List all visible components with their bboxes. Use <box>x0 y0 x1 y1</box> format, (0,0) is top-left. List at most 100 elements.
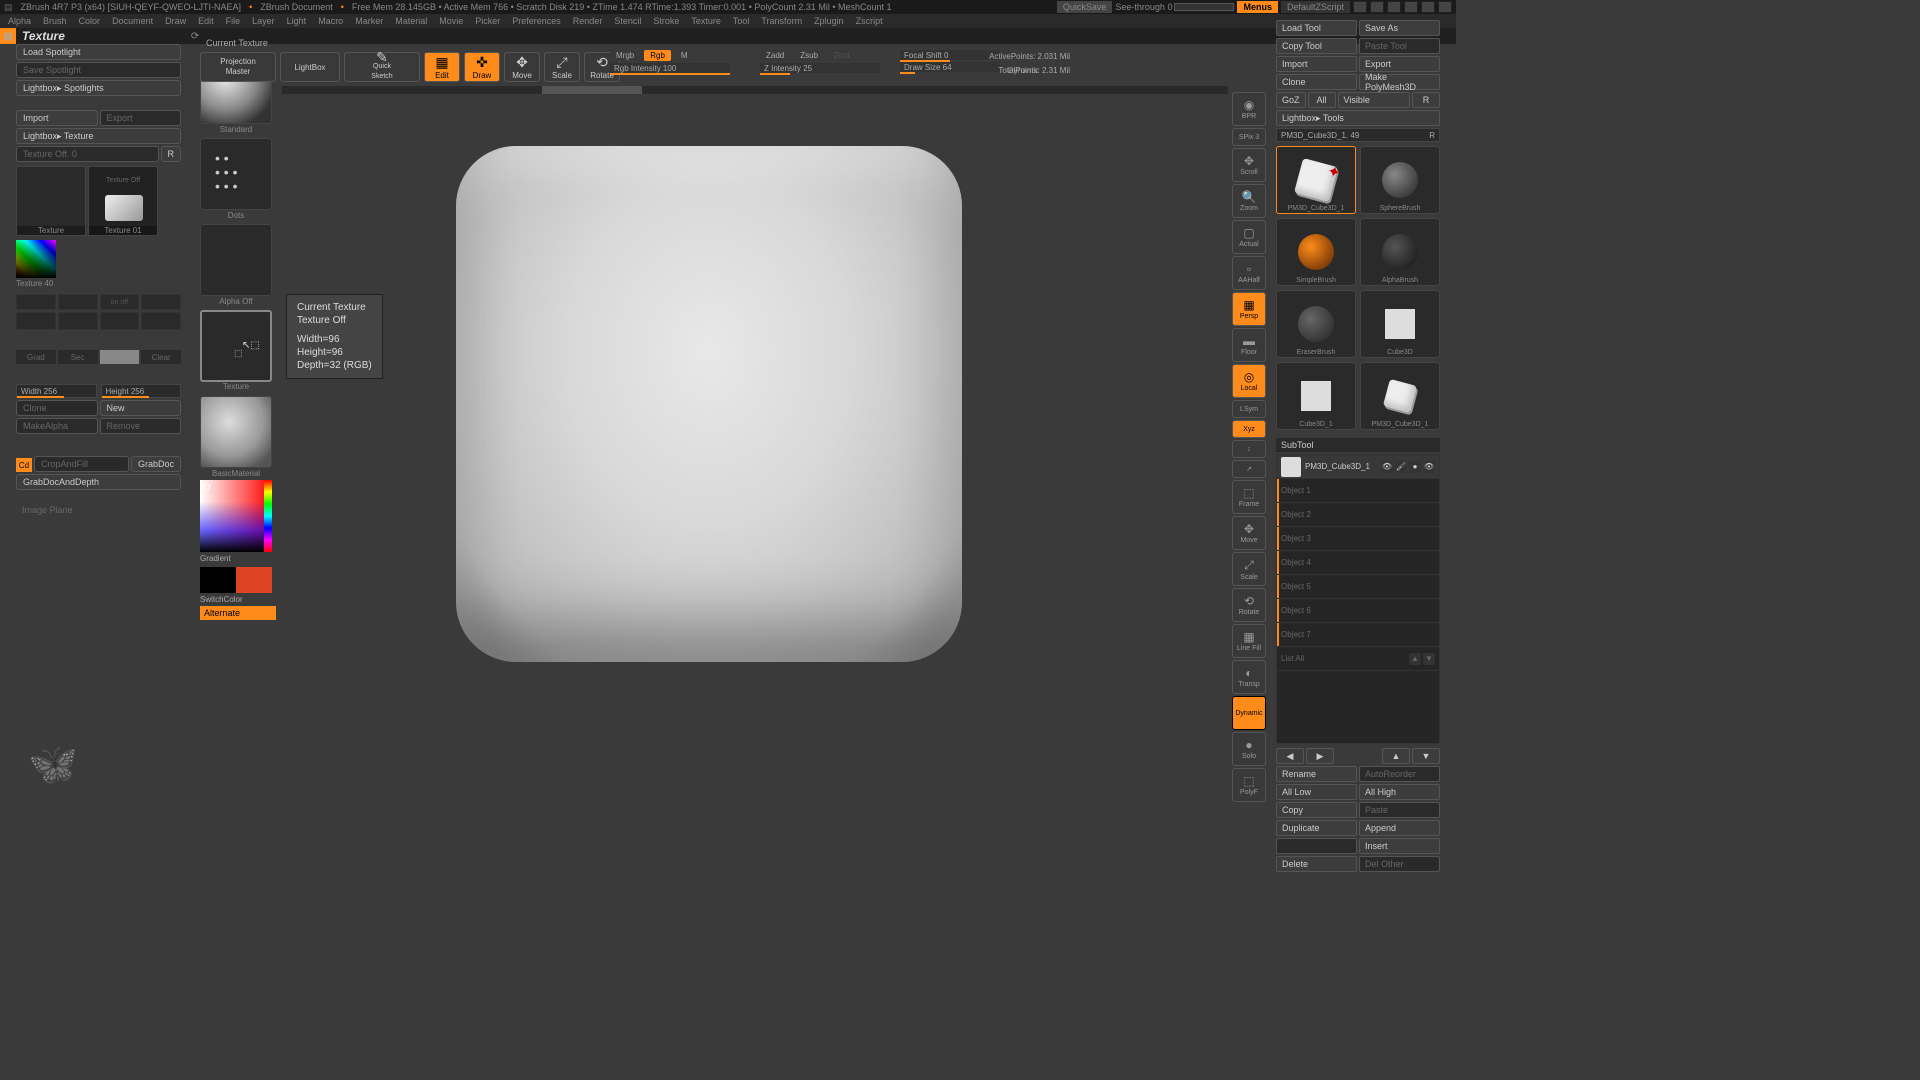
bpr-button[interactable]: ◉BPR <box>1232 92 1266 126</box>
rgb-intensity-slider[interactable]: Rgb Intensity 100 <box>610 63 730 73</box>
tool-thumb[interactable]: Cube3D <box>1360 290 1440 358</box>
solo-button[interactable]: ●Solo <box>1232 732 1266 766</box>
subtool-item[interactable]: Object 7 <box>1277 623 1439 647</box>
width-slider[interactable]: Width 256 <box>16 384 97 398</box>
tool-thumb[interactable]: SimpleBrush <box>1276 218 1356 286</box>
menu-transform[interactable]: Transform <box>761 16 802 26</box>
quicksave-button[interactable]: QuickSave <box>1057 1 1113 13</box>
make-polymesh-button[interactable]: Make PolyMesh3D <box>1359 74 1440 90</box>
y-button[interactable]: ↕ <box>1232 440 1266 458</box>
polyf-button[interactable]: ⬚PolyF <box>1232 768 1266 802</box>
window-button[interactable] <box>1353 1 1367 13</box>
load-spotlight-button[interactable]: Load Spotlight <box>16 44 181 60</box>
texture-01-thumbnail[interactable]: Texture Off Texture 01 <box>88 166 158 236</box>
tool-thumb[interactable]: EraserBrush <box>1276 290 1356 358</box>
arrow-button[interactable]: ▶ <box>1306 748 1334 764</box>
grad-button[interactable]: Grad <box>16 350 56 364</box>
list-all-row[interactable]: List All▲▼ <box>1277 647 1439 671</box>
transp-button[interactable]: ◐Transp <box>1232 660 1266 694</box>
edit-button[interactable]: ▦Edit <box>424 52 460 82</box>
append-button[interactable]: Append <box>1359 820 1440 836</box>
menu-preferences[interactable]: Preferences <box>512 16 561 26</box>
tool-thumb[interactable]: AlphaBrush <box>1360 218 1440 286</box>
menu-color[interactable]: Color <box>79 16 101 26</box>
tex-op-button[interactable] <box>141 312 181 330</box>
goz-all-button[interactable]: All <box>1308 92 1336 108</box>
model-cube[interactable] <box>456 146 962 662</box>
down-icon[interactable]: ▼ <box>1423 653 1435 665</box>
tex-op-button[interactable] <box>16 312 56 330</box>
mrgb-button[interactable]: Mrgb <box>610 50 640 61</box>
rename-button[interactable]: Rename <box>1276 766 1357 782</box>
floor-button[interactable]: ▬Floor <box>1232 328 1266 362</box>
lsym-button[interactable]: LSym <box>1232 400 1266 418</box>
refresh-icon[interactable]: ⟳ <box>191 31 199 42</box>
projection-master-button[interactable]: Projection Master <box>200 52 276 82</box>
import-button[interactable]: Import <box>16 110 98 126</box>
window-button[interactable] <box>1370 1 1384 13</box>
menu-alpha[interactable]: Alpha <box>8 16 31 26</box>
load-tool-button[interactable]: Load Tool <box>1276 20 1357 36</box>
duplicate-button[interactable]: Duplicate <box>1276 820 1357 836</box>
primary-color-swatch[interactable] <box>236 567 272 593</box>
alternate-button[interactable]: Alternate <box>200 606 276 620</box>
menu-layer[interactable]: Layer <box>252 16 275 26</box>
subtool-header[interactable]: SubTool <box>1276 438 1440 452</box>
tool-thumb[interactable]: PM3D_Cube3D_1 <box>1360 362 1440 430</box>
minimize-button[interactable] <box>1404 1 1418 13</box>
frame-button[interactable]: ⬚Frame <box>1232 480 1266 514</box>
menu-draw[interactable]: Draw <box>165 16 186 26</box>
menu-edit[interactable]: Edit <box>198 16 214 26</box>
lightbox-spotlights-button[interactable]: Lightbox▸ Spotlights <box>16 80 181 96</box>
lightbox-button[interactable]: LightBox <box>280 52 340 82</box>
tex-op-button[interactable] <box>58 312 98 330</box>
all-low-button[interactable]: All Low <box>1276 784 1357 800</box>
subtool-item-active[interactable]: PM3D_Cube3D_1 👁🖌●👁 <box>1277 455 1439 479</box>
actual-button[interactable]: ▢Actual <box>1232 220 1266 254</box>
move-nav-button[interactable]: ✥Move <box>1232 516 1266 550</box>
texture-off-field[interactable]: Texture Off. 0 <box>16 146 159 162</box>
dynamic-button[interactable]: Dynamic <box>1232 696 1266 730</box>
canvas-viewport[interactable] <box>306 128 1190 784</box>
up-icon[interactable]: ▲ <box>1409 653 1421 665</box>
zsub-button[interactable]: Zsub <box>794 50 824 61</box>
tool-import-button[interactable]: Import <box>1276 56 1357 72</box>
stroke-thumbnail[interactable]: Dots <box>200 138 272 210</box>
goz-visible-button[interactable]: Visible <box>1338 92 1410 108</box>
rotate-nav-button[interactable]: ⟲Rotate <box>1232 588 1266 622</box>
menu-picker[interactable]: Picker <box>475 16 500 26</box>
draw-size-slider[interactable]: Draw Size 64 <box>900 62 1000 72</box>
clear-button[interactable]: Clear <box>141 350 181 364</box>
new-button[interactable]: New <box>100 400 182 416</box>
subtool-item[interactable]: Object 3 <box>1277 527 1439 551</box>
rotate-button[interactable] <box>141 294 181 310</box>
alpha-thumbnail[interactable]: Alpha Off <box>200 224 272 296</box>
spix-slider[interactable]: SPix 3 <box>1232 128 1266 146</box>
all-high-button[interactable]: All High <box>1359 784 1440 800</box>
goz-button[interactable]: GoZ <box>1276 92 1306 108</box>
xyz-button[interactable]: Xyz <box>1232 420 1266 438</box>
r-button[interactable]: R <box>161 146 182 162</box>
secondary-color-swatch[interactable] <box>200 567 236 593</box>
menu-zscript[interactable]: Zscript <box>856 16 883 26</box>
image-plane-header[interactable]: Image Plane <box>16 502 181 518</box>
save-as-button[interactable]: Save As <box>1359 20 1440 36</box>
menu-tool[interactable]: Tool <box>733 16 750 26</box>
canvas-ruler[interactable] <box>282 86 1228 94</box>
window-menu-icon[interactable]: ▤ <box>4 2 13 13</box>
close-button[interactable] <box>1438 1 1452 13</box>
insert-button[interactable]: Insert <box>1359 838 1440 854</box>
rgb-button[interactable]: Rgb <box>644 50 671 61</box>
arrow-button[interactable]: ◀ <box>1276 748 1304 764</box>
cd-toggle[interactable]: Cd <box>16 458 32 472</box>
quick-sketch-button[interactable]: ✎Quick Sketch <box>344 52 420 82</box>
on-off-toggle[interactable]: on off <box>100 294 140 310</box>
tool-export-button[interactable]: Export <box>1359 56 1440 72</box>
menus-button[interactable]: Menus <box>1237 1 1278 13</box>
draw-button[interactable]: ✜Draw <box>464 52 500 82</box>
menu-stroke[interactable]: Stroke <box>653 16 679 26</box>
material-thumbnail[interactable]: BasicMaterial <box>200 396 272 468</box>
delete-button[interactable]: Delete <box>1276 856 1357 872</box>
lightbox-texture-button[interactable]: Lightbox▸ Texture <box>16 128 181 144</box>
menu-render[interactable]: Render <box>573 16 603 26</box>
